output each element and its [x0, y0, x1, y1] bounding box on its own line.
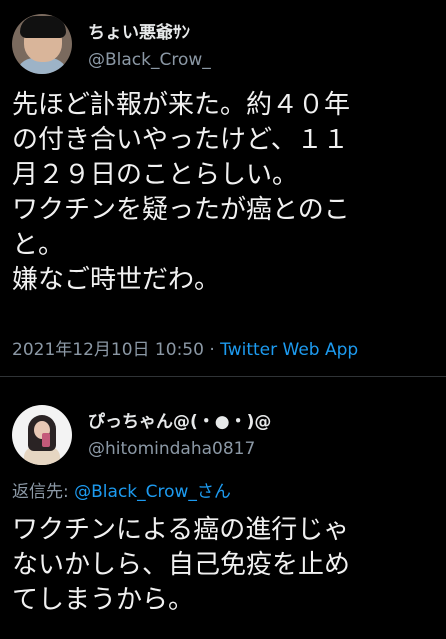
- user-handle[interactable]: @Black_Crow_: [88, 50, 211, 70]
- avatar-phone: [42, 433, 50, 447]
- tweet-text: ワクチンによる癌の進行じゃ ないかしら、自己免疫を止め てしまうから。: [12, 515, 351, 615]
- tweet-text: 先ほど訃報が来た。約４０年 の付き合いやったけど、１１ 月２９日のことらしい。 …: [12, 90, 351, 295]
- tweet-timestamp[interactable]: 2021年12月10日 10:50: [12, 340, 204, 360]
- user-handle[interactable]: @hitomindaha0817: [88, 439, 255, 459]
- tweet-metadata: 2021年12月10日 10:50 · Twitter Web App: [12, 335, 358, 360]
- display-name[interactable]: ぴっちゃん@(・●・)@: [88, 407, 271, 432]
- tweet-main: ちょい悪爺ｻﾝ @Black_Crow_ 先ほど訃報が来た。約４０年 の付き合い…: [0, 0, 446, 375]
- reply-prefix: 返信先:: [12, 482, 75, 502]
- tweet-reply: ぴっちゃん@(・●・)@ @hitomindaha0817 返信先: @Blac…: [0, 377, 446, 639]
- avatar[interactable]: [12, 405, 72, 465]
- display-name[interactable]: ちょい悪爺ｻﾝ: [88, 18, 190, 43]
- avatar[interactable]: [12, 14, 72, 74]
- reply-mention-link[interactable]: @Black_Crow_さん: [74, 482, 231, 502]
- avatar-hair: [20, 16, 66, 38]
- meta-separator: ·: [203, 340, 221, 360]
- reply-context: 返信先: @Black_Crow_さん: [12, 477, 231, 502]
- tweet-source-link[interactable]: Twitter Web App: [220, 340, 358, 360]
